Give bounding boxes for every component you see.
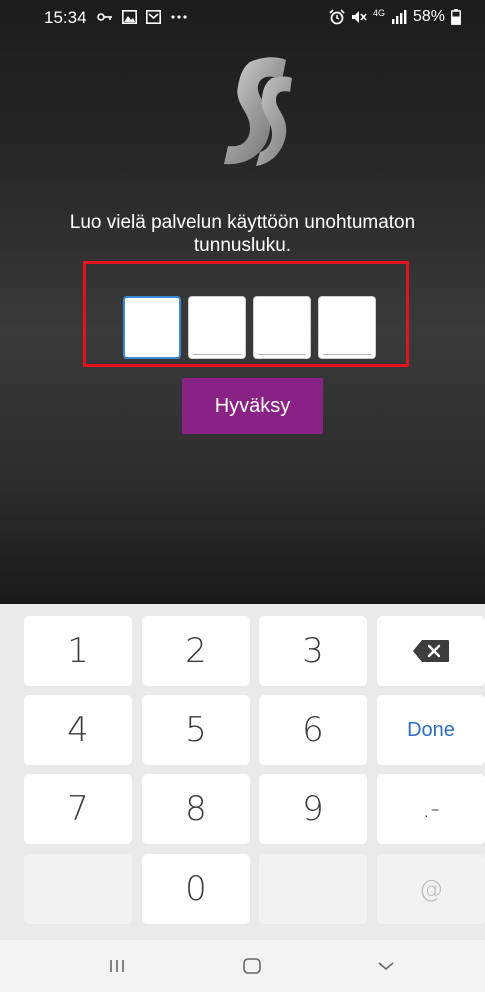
key-notification-icon bbox=[97, 13, 112, 21]
network-type-icon: 4G bbox=[372, 7, 385, 18]
key-1[interactable]: 1 bbox=[24, 616, 132, 686]
back-button[interactable] bbox=[366, 952, 406, 980]
chevron-down-icon bbox=[378, 962, 394, 971]
status-bar: 15:34 4G 58% bbox=[0, 0, 485, 36]
app-area: 15:34 4G 58% Luo vielä palvelun käyttöön… bbox=[0, 0, 485, 604]
home-button[interactable] bbox=[232, 952, 272, 980]
recents-icon bbox=[110, 960, 124, 972]
key-7[interactable]: 7 bbox=[24, 774, 132, 844]
pin-instruction-text: Luo vielä palvelun käyttöön unohtumaton … bbox=[69, 212, 416, 256]
pin-digit-4-input[interactable] bbox=[318, 296, 376, 359]
system-icons: 4G 58% bbox=[329, 8, 461, 26]
signal-icon bbox=[391, 10, 407, 24]
key-5[interactable]: 5 bbox=[142, 695, 250, 765]
done-key[interactable]: Done bbox=[377, 695, 485, 765]
message-notification-icon bbox=[146, 10, 161, 24]
status-time: 15:34 bbox=[44, 8, 87, 27]
backspace-icon bbox=[413, 640, 449, 662]
recents-button[interactable] bbox=[97, 952, 137, 980]
key-2[interactable]: 2 bbox=[142, 616, 250, 686]
key-4[interactable]: 4 bbox=[24, 695, 132, 765]
key-6[interactable]: 6 bbox=[259, 695, 367, 765]
navigation-bar bbox=[0, 940, 485, 992]
home-icon bbox=[243, 958, 261, 974]
blank-key-left bbox=[24, 854, 132, 924]
numeric-keyboard: 1 2 3 4 5 6 Done 7 8 9 .- 0 @ bbox=[0, 604, 485, 940]
key-0[interactable]: 0 bbox=[142, 854, 250, 924]
at-key: @ bbox=[377, 854, 485, 924]
key-9[interactable]: 9 bbox=[259, 774, 367, 844]
pin-digit-2-input[interactable] bbox=[188, 296, 246, 359]
pin-digit-1-input[interactable] bbox=[123, 296, 181, 359]
accept-button[interactable]: Hyväksy bbox=[182, 378, 323, 434]
symbols-key[interactable]: .- bbox=[377, 774, 485, 844]
blank-key-right bbox=[259, 854, 367, 924]
phone-screen: 15:34 4G 58% Luo vielä palvelun käyttöön… bbox=[0, 0, 485, 992]
key-8[interactable]: 8 bbox=[142, 774, 250, 844]
alarm-icon bbox=[329, 9, 345, 25]
pin-digit-3-input[interactable] bbox=[253, 296, 311, 359]
key-3[interactable]: 3 bbox=[259, 616, 367, 686]
battery-percent: 58% bbox=[412, 8, 445, 25]
notification-icons bbox=[97, 10, 188, 24]
gallery-notification-icon bbox=[122, 10, 137, 24]
battery-icon bbox=[451, 9, 461, 25]
backspace-key[interactable] bbox=[377, 616, 485, 686]
mute-icon bbox=[351, 11, 367, 23]
more-notifications-icon bbox=[171, 15, 187, 19]
s-group-logo-icon bbox=[224, 57, 292, 166]
